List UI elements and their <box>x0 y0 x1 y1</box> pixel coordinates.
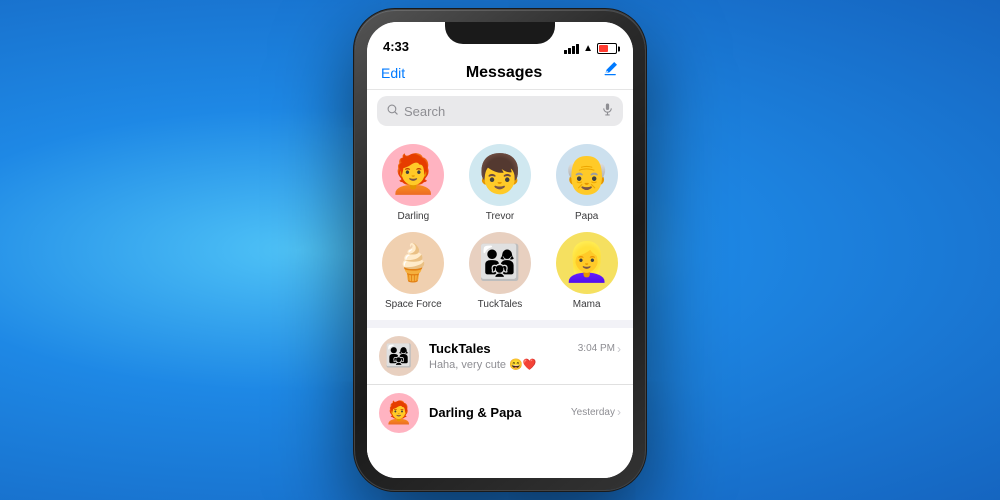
mic-icon <box>602 103 613 119</box>
pinned-name-trevor: Trevor <box>486 211 515 222</box>
content-area: 🧑‍🦰 Darling 👦 Trevor 👴 <box>367 132 633 478</box>
message-item-darling-papa[interactable]: 🧑‍🦰 Darling & Papa Yesterday › <box>367 385 633 441</box>
search-bar: Search <box>367 90 633 132</box>
phone-wrapper: 4:33 ▲ Edit Messages <box>355 10 645 490</box>
msg-header-darling-papa: Darling & Papa Yesterday › <box>429 405 621 420</box>
avatar-papa: 👴 <box>556 144 618 206</box>
chevron-icon: › <box>617 342 621 356</box>
avatar-trevor: 👦 <box>469 144 531 206</box>
status-icons: ▲ <box>564 43 617 54</box>
chevron-icon-2: › <box>617 405 621 419</box>
msg-name-darling-papa: Darling & Papa <box>429 405 521 420</box>
pinned-contacts-grid: 🧑‍🦰 Darling 👦 Trevor 👴 <box>367 132 633 320</box>
pinned-contact-papa[interactable]: 👴 Papa <box>548 144 625 222</box>
nav-bar: Edit Messages <box>367 58 633 90</box>
pinned-name-space-force: Space Force <box>385 299 442 310</box>
msg-content-tucktales: TuckTales 3:04 PM › Haha, very cute 😄❤️ <box>429 341 621 371</box>
compose-button[interactable] <box>603 62 619 83</box>
pinned-contact-trevor[interactable]: 👦 Trevor <box>462 144 539 222</box>
msg-name-tucktales: TuckTales <box>429 341 491 356</box>
pinned-name-tucktales: TuckTales <box>478 299 523 310</box>
avatar-tucktales: 👨‍👩‍👧 <box>469 232 531 294</box>
search-placeholder: Search <box>404 104 596 119</box>
battery-icon <box>597 43 617 54</box>
message-list: 👨‍👩‍👧 TuckTales 3:04 PM › <box>367 328 633 478</box>
pinned-name-darling: Darling <box>397 211 429 222</box>
pinned-contact-space-force[interactable]: 🍦 Space Force <box>375 232 452 310</box>
avatar-darling: 🧑‍🦰 <box>382 144 444 206</box>
pinned-contact-tucktales[interactable]: 👨‍👩‍👧 TuckTales <box>462 232 539 310</box>
search-input[interactable]: Search <box>377 96 623 126</box>
notch <box>445 22 555 44</box>
msg-time-darling-papa: Yesterday › <box>571 405 621 419</box>
pinned-contact-darling[interactable]: 🧑‍🦰 Darling <box>375 144 452 222</box>
phone-screen: 4:33 ▲ Edit Messages <box>367 22 633 478</box>
message-item-tucktales[interactable]: 👨‍👩‍👧 TuckTales 3:04 PM › <box>367 328 633 385</box>
msg-time-tucktales: 3:04 PM › <box>578 342 621 356</box>
msg-content-darling-papa: Darling & Papa Yesterday › <box>429 405 621 422</box>
msg-header-tucktales: TuckTales 3:04 PM › <box>429 341 621 356</box>
phone-frame: 4:33 ▲ Edit Messages <box>355 10 645 490</box>
page-title: Messages <box>466 64 543 82</box>
edit-button[interactable]: Edit <box>381 65 405 81</box>
msg-avatar-darling-papa: 🧑‍🦰 <box>379 393 419 433</box>
signal-icon <box>564 44 579 54</box>
msg-preview-tucktales: Haha, very cute 😄❤️ <box>429 358 621 371</box>
avatar-space-force: 🍦 <box>382 232 444 294</box>
pinned-name-mama: Mama <box>573 299 601 310</box>
search-icon <box>387 104 398 118</box>
msg-avatar-tucktales: 👨‍👩‍👧 <box>379 336 419 376</box>
pinned-name-papa: Papa <box>575 211 598 222</box>
wifi-icon: ▲ <box>583 43 593 54</box>
pinned-contact-mama[interactable]: 👱‍♀️ Mama <box>548 232 625 310</box>
avatar-mama: 👱‍♀️ <box>556 232 618 294</box>
